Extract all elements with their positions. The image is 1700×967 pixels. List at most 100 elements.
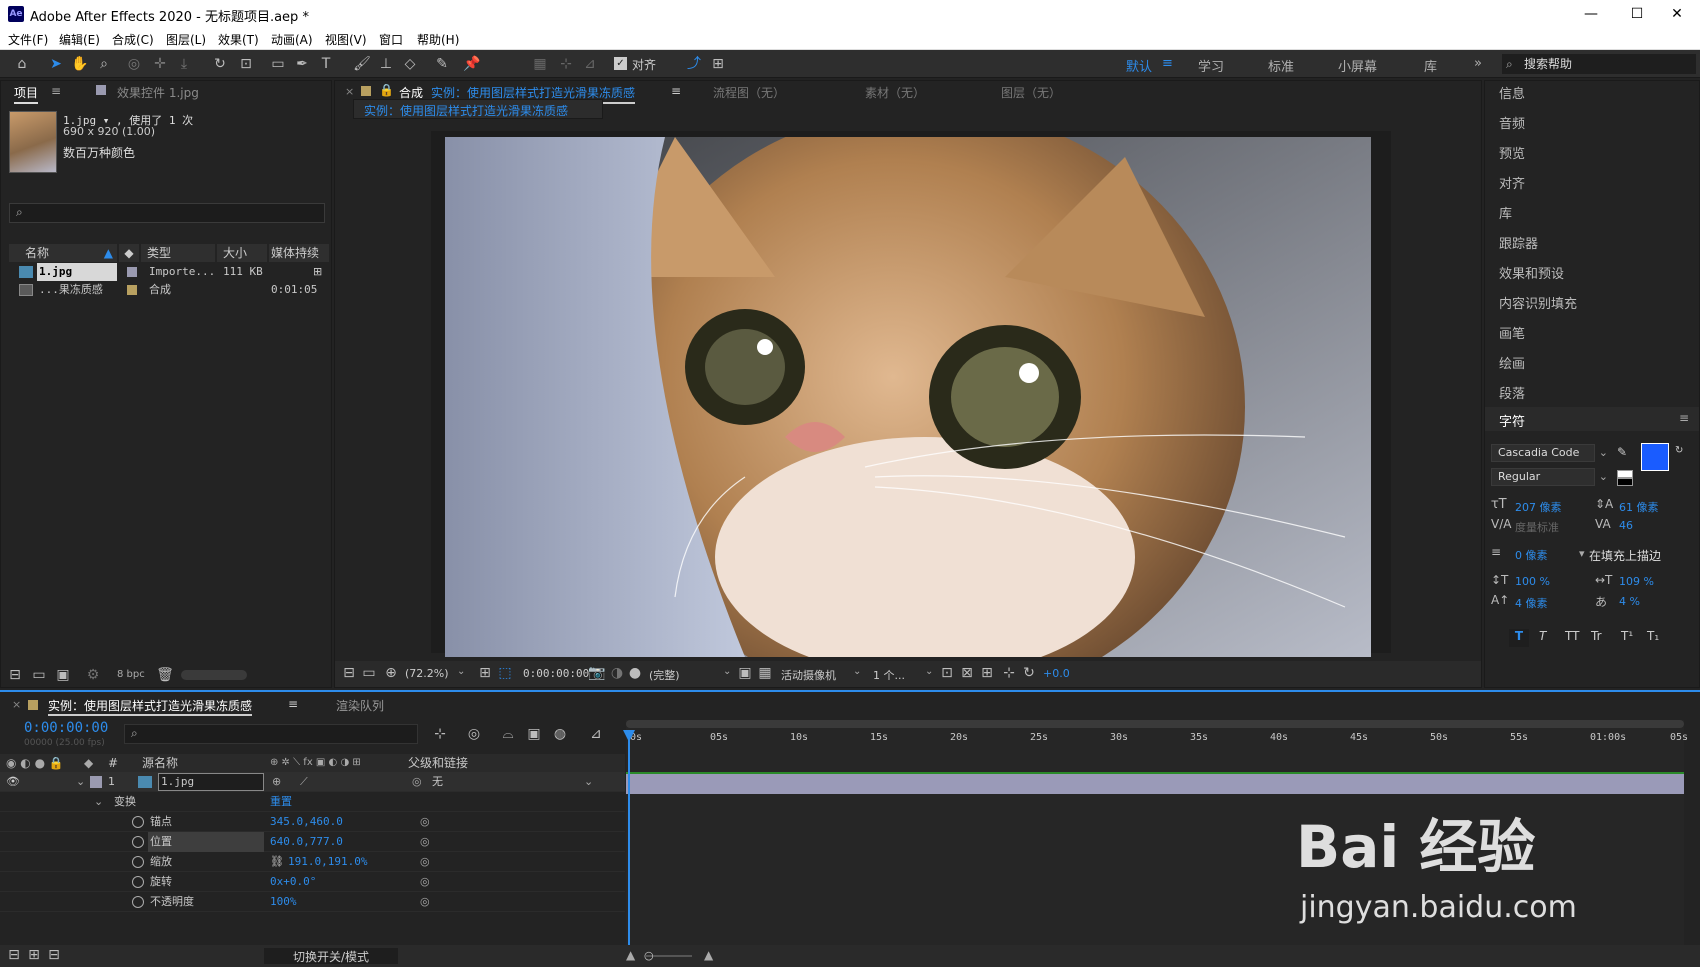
panel-character[interactable]: 字符	[1499, 411, 1525, 430]
pen-tool-icon[interactable]: ✒	[292, 54, 312, 74]
tab-project[interactable]: 项目	[14, 84, 39, 104]
property-row[interactable]: 旋转 0x+0.0° ◎	[0, 872, 625, 892]
snap-features-icon[interactable]: ⊞	[708, 54, 728, 74]
font-size-value[interactable]: 207 像素	[1515, 499, 1562, 515]
close-tab-icon[interactable]: ×	[12, 698, 21, 711]
panel-paint[interactable]: 绘画	[1499, 353, 1525, 372]
frame-blending-icon[interactable]: ▣	[524, 724, 544, 744]
label-column-icon[interactable]: ◆	[119, 244, 139, 262]
viewer-timecode[interactable]: 0:00:00:00	[523, 667, 589, 680]
graph-editor-icon[interactable]: ⊿	[586, 724, 606, 744]
grid-icon[interactable]: ⊞	[475, 663, 495, 683]
panel-menu-icon[interactable]: ≡	[51, 84, 61, 98]
show-snapshot-icon[interactable]: ◑	[607, 663, 627, 683]
rotate-tool-icon[interactable]: ↻	[210, 54, 230, 74]
stopwatch-icon[interactable]	[132, 816, 144, 828]
tsume-value[interactable]: 4 %	[1619, 595, 1640, 608]
menu-view[interactable]: 视图(V)	[325, 31, 367, 48]
expand-modes-icon[interactable]: ⊞	[24, 945, 44, 965]
layer-name[interactable]: 1.jpg	[158, 773, 264, 791]
property-row[interactable]: 位置 640.0,777.0 ◎	[0, 832, 625, 852]
layer-row[interactable]: 👁 ⌄ 1 1.jpg ⊕ ⟋ ◎ 无 ⌄	[0, 772, 625, 792]
camera-dropdown[interactable]: 活动摄像机	[781, 667, 836, 683]
mask-visibility-icon[interactable]: ⬚	[495, 663, 515, 683]
eraser-tool-icon[interactable]: ◇	[400, 54, 420, 74]
zoom-tool-icon[interactable]: ⌕	[94, 54, 114, 74]
selection-tool-icon[interactable]: ➤	[46, 54, 66, 74]
vr-icon[interactable]: ⊕	[381, 663, 401, 683]
interpret-footage-icon[interactable]: ⊟	[5, 665, 25, 685]
tab-footage[interactable]: 素材（无）	[865, 84, 925, 101]
tab-layer[interactable]: 图层（无）	[1001, 84, 1061, 101]
workspace-default[interactable]: 默认	[1126, 56, 1152, 75]
snap-checkbox[interactable]: ✓	[614, 57, 627, 70]
project-row-image[interactable]: 1.jpg Importe... 111 KB ⊞	[3, 263, 329, 281]
workspace-small-screen[interactable]: 小屏幕	[1338, 56, 1377, 75]
expression-pickwhip-icon[interactable]: ◎	[420, 892, 430, 912]
pick-whip-icon[interactable]: ◎	[412, 772, 422, 792]
font-style-dropdown[interactable]: Regular ⌄	[1491, 468, 1608, 486]
col-size[interactable]: 大小	[217, 244, 267, 262]
menu-window[interactable]: 窗口	[379, 31, 403, 48]
superscript-button[interactable]: T¹	[1621, 629, 1633, 643]
panel-brushes[interactable]: 画笔	[1499, 323, 1525, 342]
cat-photo-layer[interactable]	[445, 137, 1371, 657]
expression-pickwhip-icon[interactable]: ◎	[420, 872, 430, 892]
fill-color-swatch[interactable]	[1641, 443, 1669, 471]
parent-dropdown[interactable]: 无	[432, 772, 443, 792]
col-source-name[interactable]: 源名称	[142, 754, 178, 772]
reset-exposure-icon[interactable]: ⊠	[957, 663, 977, 683]
current-time-indicator[interactable]	[628, 730, 630, 962]
expand-chevron-icon[interactable]: ⌄	[76, 772, 85, 792]
time-ruler[interactable]: 0s 05s 10s 15s 20s 25s 30s 35s 40s 45s 50s 55s 01:00…	[626, 728, 1688, 752]
panel-info[interactable]: 信息	[1499, 83, 1525, 102]
subscript-button[interactable]: T₁	[1647, 629, 1659, 643]
transform-group-row[interactable]: ⌄ 变换 重置	[0, 792, 625, 812]
expand-chevron-icon[interactable]: ⌄	[94, 792, 103, 812]
always-preview-icon[interactable]: ⊟	[339, 663, 359, 683]
tab-timeline-comp[interactable]: 实例：使用图层样式打造光滑果冻质感	[48, 697, 253, 716]
stopwatch-icon[interactable]	[132, 876, 144, 888]
quality-switch-icon[interactable]: ⟋	[300, 772, 308, 792]
type-tool-icon[interactable]: T	[316, 54, 336, 74]
tracking-value[interactable]: 46	[1619, 519, 1633, 532]
black-swatch[interactable]	[1617, 478, 1633, 486]
stopwatch-icon[interactable]	[132, 896, 144, 908]
faux-bold-button[interactable]: T	[1509, 629, 1529, 647]
snap-edges-icon[interactable]: ⤴	[684, 54, 704, 74]
zoom-dropdown[interactable]: (72.2%)	[405, 667, 449, 680]
panel-align[interactable]: 对齐	[1499, 173, 1525, 192]
baseline-shift-value[interactable]: 4 像素	[1515, 595, 1548, 611]
property-value[interactable]: 640.0,777.0	[270, 832, 343, 852]
pan-camera-icon[interactable]: ✛	[150, 54, 170, 74]
minimize-button[interactable]: —	[1568, 0, 1614, 28]
rectangle-tool-icon[interactable]: ▭	[268, 54, 288, 74]
work-area-bar[interactable]	[626, 720, 1684, 728]
panel-menu-icon[interactable]: ≡	[671, 84, 681, 98]
menu-edit[interactable]: 编辑(E)	[59, 31, 100, 48]
exposure-icon[interactable]: ↻	[1019, 663, 1039, 683]
trash-icon[interactable]: 🗑	[155, 665, 175, 685]
project-settings-icon[interactable]: ⚙	[83, 665, 103, 685]
thumbnail-slider[interactable]	[181, 670, 247, 680]
tab-flowchart[interactable]: 流程图（无）	[713, 84, 785, 101]
small-caps-button[interactable]: Tr	[1591, 629, 1602, 643]
axis-view-icon[interactable]: ⊿	[580, 54, 600, 74]
3d-renderer-icon[interactable]: ⊡	[937, 663, 957, 683]
menu-help[interactable]: 帮助(H)	[417, 31, 459, 48]
roto-brush-icon[interactable]: ✎	[432, 54, 452, 74]
property-row[interactable]: 不透明度 100% ◎	[0, 892, 625, 912]
property-value[interactable]: 100%	[270, 892, 297, 912]
panel-tracker[interactable]: 跟踪器	[1499, 233, 1538, 252]
flowchart-icon[interactable]: ⊞	[313, 263, 322, 281]
transparency-grid-icon[interactable]: ▦	[755, 663, 775, 683]
bpc-toggle[interactable]: 8 bpc	[117, 669, 145, 680]
zoom-slider-handle[interactable]: ○	[644, 949, 654, 962]
comp-breadcrumb[interactable]: 实例：使用图层样式打造光滑果冻质感	[353, 99, 603, 119]
region-of-interest-icon[interactable]: ▣	[735, 663, 755, 683]
stroke-width-value[interactable]: 0 像素	[1515, 547, 1548, 563]
close-tab-icon[interactable]: ×	[345, 85, 354, 98]
axis-local-icon[interactable]: ▦	[530, 54, 550, 74]
kerning-value[interactable]: 度量标准	[1515, 519, 1559, 535]
panel-content-aware-fill[interactable]: 内容识别填充	[1499, 293, 1577, 312]
